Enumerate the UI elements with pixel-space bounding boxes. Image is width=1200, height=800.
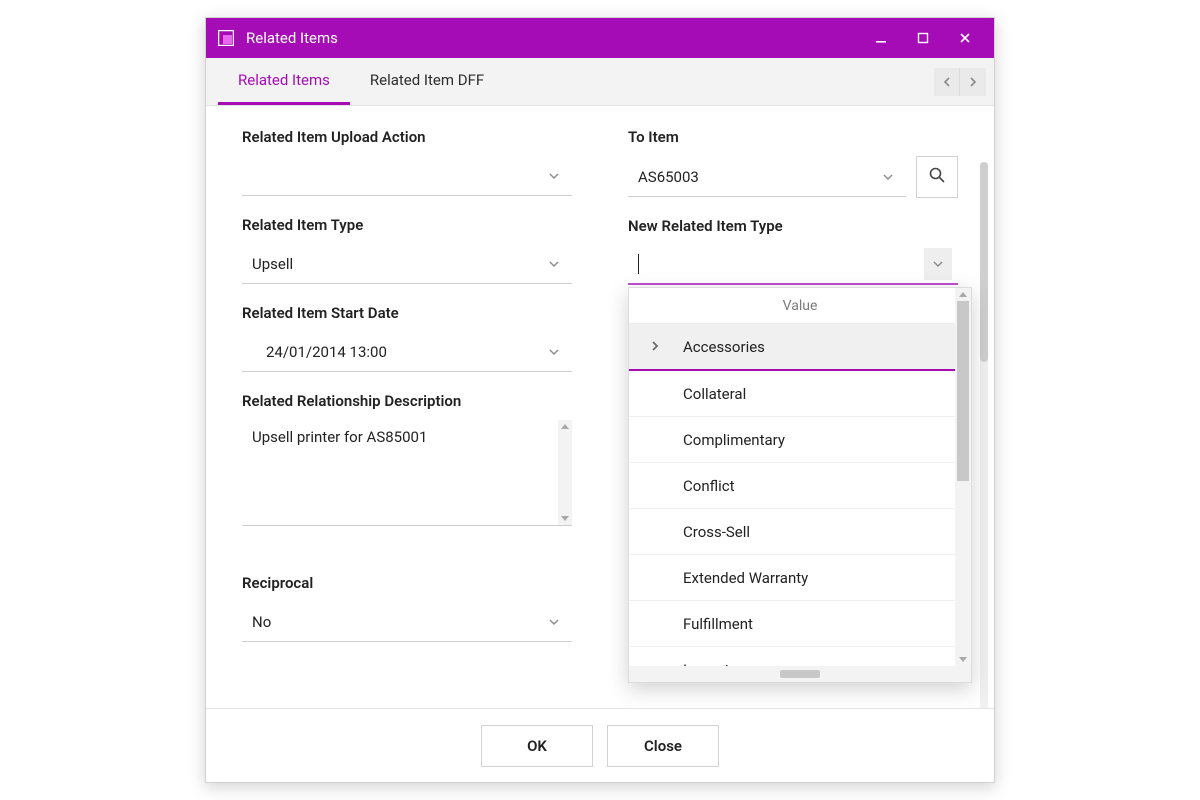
close-label: Close bbox=[644, 737, 682, 755]
tab-label: Related Items bbox=[238, 71, 330, 89]
close-button[interactable] bbox=[944, 18, 986, 58]
chevron-down-icon bbox=[542, 610, 566, 634]
dialog-body: Related Item Upload Action Related Item … bbox=[206, 106, 994, 708]
related-items-dialog: Related Items Related Items Related Item… bbox=[205, 17, 995, 783]
dropdown-option[interactable]: Cross-Sell bbox=[629, 509, 971, 555]
chevron-down-icon bbox=[542, 164, 566, 188]
search-button[interactable] bbox=[916, 156, 958, 198]
label-reciprocal: Reciprocal bbox=[242, 566, 572, 602]
chevron-right-icon bbox=[651, 338, 659, 356]
tab-prev-button[interactable] bbox=[934, 68, 960, 96]
label-to-item: To Item bbox=[628, 120, 958, 156]
select-to-item[interactable]: AS65003 bbox=[628, 157, 906, 197]
label-upload-action: Related Item Upload Action bbox=[242, 120, 572, 156]
value-new-item-type bbox=[638, 253, 924, 273]
select-start-date[interactable]: 24/01/2014 13:00 bbox=[242, 332, 572, 372]
chevron-down-icon bbox=[542, 340, 566, 364]
titlebar: Related Items bbox=[206, 18, 994, 58]
tab-related-item-dff[interactable]: Related Item DFF bbox=[350, 58, 504, 105]
textarea-description[interactable]: Upsell printer for AS85001 bbox=[242, 420, 572, 526]
chevron-down-icon bbox=[924, 248, 952, 280]
tab-nav bbox=[934, 58, 986, 105]
value-item-type: Upsell bbox=[252, 255, 542, 273]
label-new-item-type: New Related Item Type bbox=[628, 209, 958, 245]
form-scrollbar[interactable] bbox=[980, 162, 988, 708]
dropdown-option-label: Complimentary bbox=[683, 431, 785, 449]
field-upload-action: Related Item Upload Action bbox=[242, 120, 572, 196]
dialog-footer: OK Close bbox=[206, 708, 994, 782]
select-item-type[interactable]: Upsell bbox=[242, 244, 572, 284]
left-column: Related Item Upload Action Related Item … bbox=[242, 116, 572, 708]
dropdown-option-label: Cross-Sell bbox=[683, 523, 750, 541]
field-item-type: Related Item Type Upsell bbox=[242, 208, 572, 284]
dropdown-option[interactable]: Conflict bbox=[629, 463, 971, 509]
dropdown-option-label: Accessories bbox=[683, 338, 765, 356]
textarea-scrollbar[interactable] bbox=[558, 420, 572, 525]
dropdown-option-label: Extended Warranty bbox=[683, 569, 808, 587]
label-description: Related Relationship Description bbox=[242, 384, 572, 420]
window-title: Related Items bbox=[246, 29, 860, 47]
tab-related-items[interactable]: Related Items bbox=[218, 58, 350, 105]
chevron-down-icon bbox=[876, 165, 900, 189]
tabstrip: Related Items Related Item DFF bbox=[206, 58, 994, 106]
label-start-date: Related Item Start Date bbox=[242, 296, 572, 332]
maximize-button[interactable] bbox=[902, 18, 944, 58]
select-new-item-type[interactable] bbox=[628, 245, 958, 285]
value-to-item: AS65003 bbox=[638, 168, 876, 186]
dropdown-hscrollbar[interactable] bbox=[629, 666, 971, 682]
dropdown-option-label: Collateral bbox=[683, 385, 746, 403]
field-to-item: To Item AS65003 bbox=[628, 120, 958, 197]
dropdown-option[interactable]: Accessories bbox=[629, 324, 971, 371]
tab-next-button[interactable] bbox=[960, 68, 986, 96]
dropdown-option-label: Conflict bbox=[683, 477, 735, 495]
dropdown-option[interactable]: Impact bbox=[629, 647, 971, 666]
ok-label: OK bbox=[527, 737, 547, 755]
minimize-button[interactable] bbox=[860, 18, 902, 58]
label-item-type: Related Item Type bbox=[242, 208, 572, 244]
dropdown-header: Value bbox=[629, 288, 971, 324]
dropdown-option[interactable]: Fulfillment bbox=[629, 601, 971, 647]
right-column: To Item AS65003 bbox=[628, 116, 958, 708]
search-icon bbox=[928, 166, 946, 188]
value-description: Upsell printer for AS85001 bbox=[242, 420, 558, 525]
select-upload-action[interactable] bbox=[242, 156, 572, 196]
field-new-item-type: New Related Item Type Value AccessoriesC… bbox=[628, 209, 958, 285]
ok-button[interactable]: OK bbox=[481, 725, 593, 767]
field-start-date: Related Item Start Date 24/01/2014 13:00 bbox=[242, 296, 572, 372]
dropdown-option[interactable]: Extended Warranty bbox=[629, 555, 971, 601]
select-reciprocal[interactable]: No bbox=[242, 602, 572, 642]
field-description: Related Relationship Description Upsell … bbox=[242, 384, 572, 526]
value-reciprocal: No bbox=[252, 613, 542, 631]
chevron-down-icon bbox=[542, 252, 566, 276]
dropdown-option[interactable]: Collateral bbox=[629, 371, 971, 417]
dropdown-scrollbar[interactable] bbox=[955, 288, 971, 666]
tab-label: Related Item DFF bbox=[370, 71, 484, 89]
dropdown-option[interactable]: Complimentary bbox=[629, 417, 971, 463]
close-dialog-button[interactable]: Close bbox=[607, 725, 719, 767]
field-reciprocal: Reciprocal No bbox=[242, 566, 572, 642]
app-icon bbox=[218, 30, 234, 46]
value-start-date: 24/01/2014 13:00 bbox=[252, 343, 542, 361]
dropdown-option-label: Fulfillment bbox=[683, 615, 753, 633]
dropdown-new-item-type: Value Accessories Collateral Complimentary… bbox=[628, 287, 972, 683]
